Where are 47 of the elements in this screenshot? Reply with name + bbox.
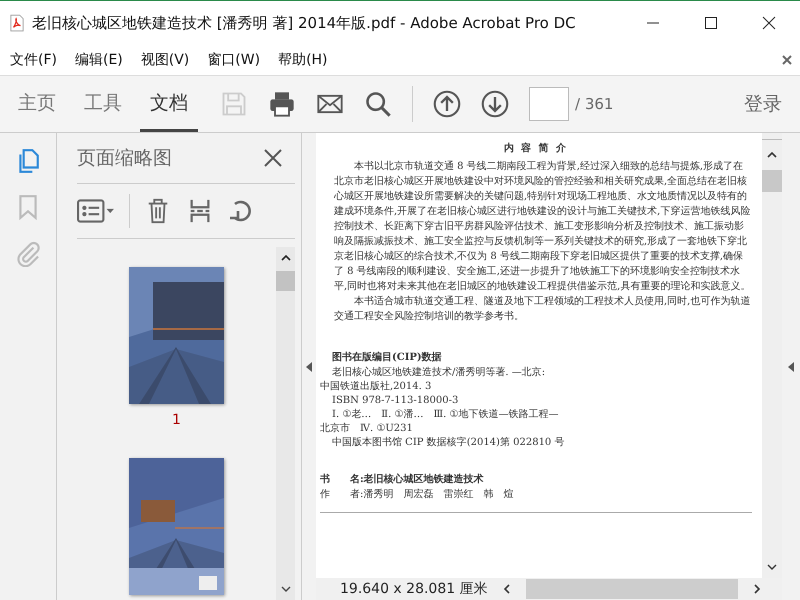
page-count: / 361 <box>575 95 614 113</box>
paragraph: 本书以北京市轨道交通 8 号线二期南段工程为背景,经过深入细致的总结与提炼,形成了在北京市老旧核心城区开展地铁建设中对环境风险的管控经验和相关研究成果,全面总结在老旧核心城区开展地铁建设所需要解决的关键问题,特别针对现场工程地质、水文地质情况以及特有的建成环境条件,开展了在老旧核心城区进行地铁建设的设计与施工关键技术,下穿运营地铁线风险控制技术、长距离下穿古旧平房群风险评估技术、施工变形影响分析及控制技术、施工振动影响及隔振减振技术、施工安全监控与反馈机制等一系列关键技术的研究,形成了一套地铁下穿北京老旧核心城区的综合技术,不仅为 8 号线二期南段下穿老旧城区提供了重要的技术支撑,确保了 8 号线南段的顺利建设、安全施工,还进一步提升了地铁施工下的环境影响安全控制技术水平,同时也将对未来其他在老旧城区的地铁建设工程提供借鉴示范,具有重要的理论和实践意义。 <box>332 160 752 294</box>
scroll-up-icon[interactable] <box>767 150 777 160</box>
menu-item[interactable]: 文件(F) <box>10 51 57 69</box>
collapse-icon[interactable] <box>306 362 312 372</box>
options-menu-icon[interactable] <box>77 198 115 224</box>
panel-title: 页面缩略图 <box>77 146 172 171</box>
print-icon[interactable] <box>268 90 296 118</box>
window-title: 老旧核心城区地铁建造技术 [潘秀明 著] 2014年版.pdf - Adobe Acrobat Pro DC <box>32 14 576 32</box>
close-icon[interactable] <box>263 148 283 168</box>
menu-item[interactable]: 帮助(H) <box>278 51 328 69</box>
sign-in-link[interactable]: 登录 <box>744 91 800 117</box>
tab[interactable]: 主页 <box>8 76 66 132</box>
page-size: 19.640 x 28.081 厘米 <box>340 580 488 598</box>
menu-item[interactable]: 窗口(W) <box>207 51 260 69</box>
credit-line: 书 名:老旧核心城区地铁建造技术 <box>320 472 485 487</box>
tab[interactable]: 工具 <box>74 76 132 132</box>
page-heading: 内 容 简 介 <box>502 141 570 155</box>
cip-line: 中国铁道出版社,2014. 3 <box>320 381 432 392</box>
scrollbar-thumb[interactable] <box>526 579 738 599</box>
cip-line: 老旧核心城区地铁建造技术/潘秀明等著. —北京: <box>331 367 546 378</box>
search-icon[interactable] <box>364 90 392 118</box>
paperclip-icon[interactable] <box>15 239 41 267</box>
scroll-left-icon[interactable] <box>502 584 512 594</box>
credit-line: 作 者:潘秀明 周宏磊 雷崇红 韩 煊 <box>320 488 514 502</box>
pdf-file-icon <box>10 14 24 32</box>
scroll-right-icon[interactable] <box>752 584 762 594</box>
page-number: 1 <box>172 412 181 430</box>
cip-line: ISBN 978-7-113-18000-3 <box>331 395 460 406</box>
menu-item[interactable]: 编辑(E) <box>74 51 123 69</box>
scrollbar-thumb[interactable] <box>276 271 295 291</box>
cip-line: 北京市 Ⅳ. ①U231 <box>320 423 414 434</box>
cip-line: 中国版本图书馆 CIP 数据核字(2014)第 022810 号 <box>331 437 566 448</box>
scrollbar-thumb[interactable] <box>762 170 782 192</box>
menu-item[interactable]: 视图(V) <box>140 51 190 69</box>
close-icon[interactable] <box>762 16 776 30</box>
paragraph: 本书适合城市轨道交通工程、隧道及地下工程领域的工程技术人员使用,同时,也可作为轨道交通工程安全风险控制培训的教学参考书。 <box>333 294 752 324</box>
cip-heading: 图书在版编目(CIP)数据 <box>331 350 443 364</box>
previous-page-icon[interactable] <box>433 90 461 118</box>
scroll-down-icon[interactable] <box>767 562 777 572</box>
next-page-icon[interactable] <box>481 90 509 118</box>
maximize-icon[interactable] <box>704 16 718 30</box>
expand-icon[interactable] <box>788 362 794 372</box>
scroll-up-icon[interactable] <box>280 253 290 263</box>
scroll-down-icon[interactable] <box>280 584 290 594</box>
page-number-field[interactable] <box>529 87 569 121</box>
cip-line: Ⅰ. ①老… Ⅱ. ①潘… Ⅲ. ①地下铁道—铁路工程— <box>331 409 560 420</box>
